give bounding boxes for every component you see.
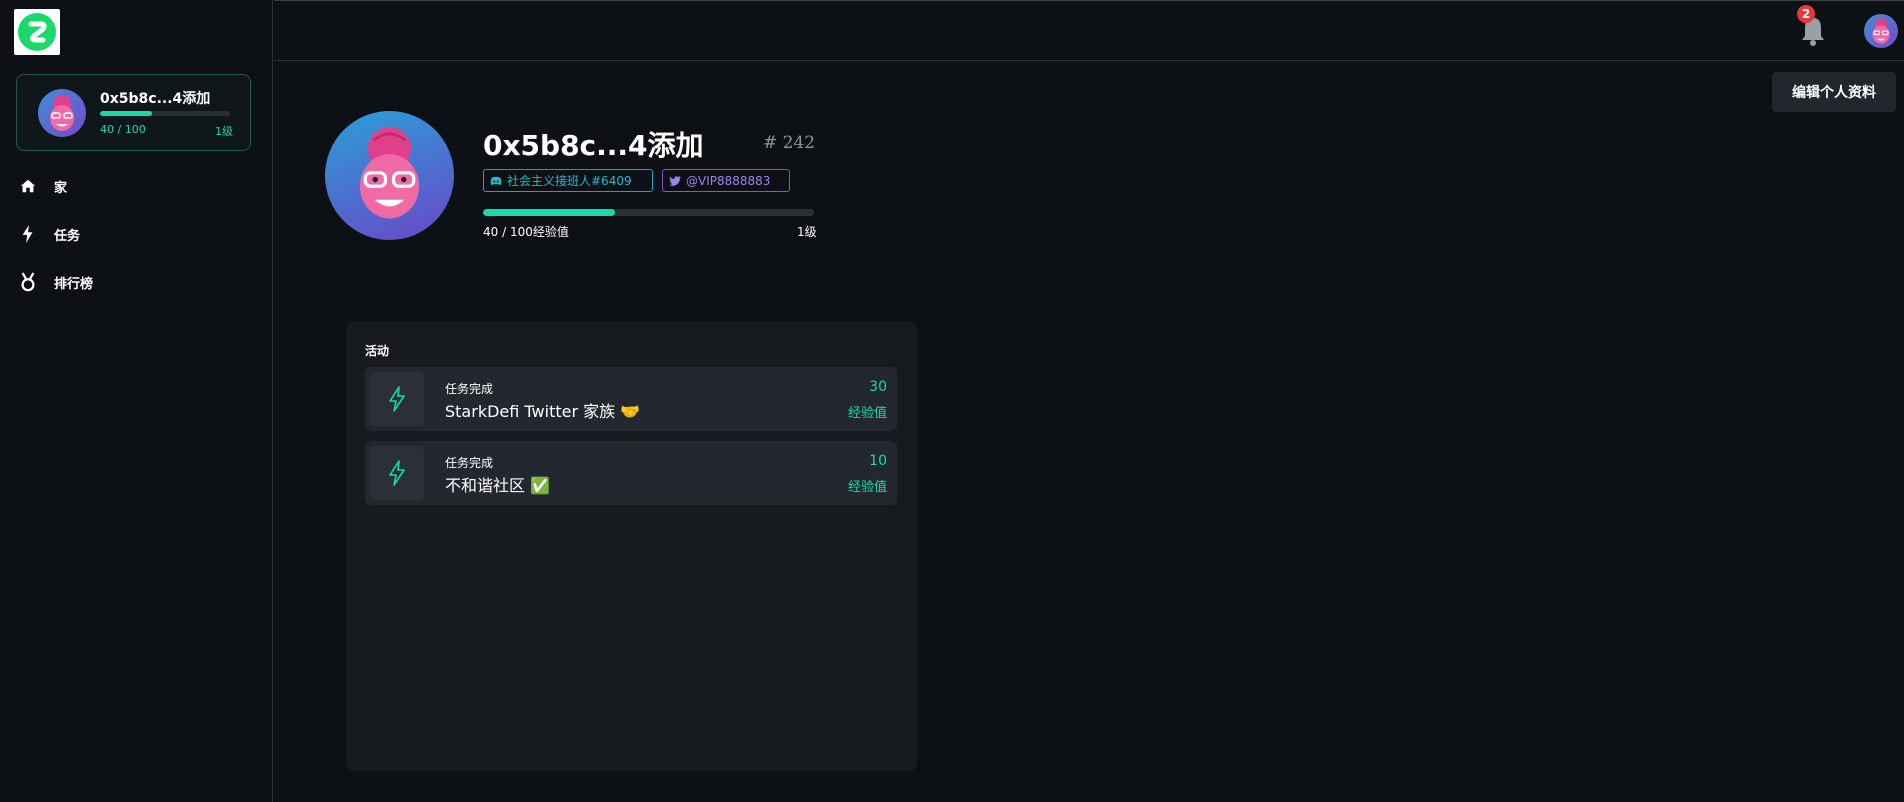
profile-rank: # 242 xyxy=(763,133,816,153)
profile-xp-bar-fill xyxy=(483,209,616,216)
twitter-handle: @VIP8888883 xyxy=(686,173,771,188)
activity-kind: 任务完成 xyxy=(445,382,494,396)
twitter-icon xyxy=(669,175,681,186)
sidebar-level-text: 1级 xyxy=(215,125,233,138)
profile-avatar xyxy=(325,111,454,240)
sidebar-xp-text: 40 / 100 xyxy=(100,123,146,136)
profile-name: 0x5b8c...4添加 xyxy=(483,129,704,162)
activity-item[interactable]: 任务完成 StarkDefi Twitter 家族 🤝 30 经验值 xyxy=(365,367,897,431)
logo-icon xyxy=(18,13,56,51)
activity-name: StarkDefi Twitter 家族 🤝 xyxy=(445,402,641,421)
medal-icon xyxy=(18,272,38,292)
topbar: 2 xyxy=(274,0,1904,61)
activity-points-unit: 经验值 xyxy=(847,480,887,495)
activity-name: 不和谐社区 ✅ xyxy=(445,476,551,495)
sidebar-xp-bar xyxy=(100,111,230,116)
edit-profile-button[interactable]: 编辑个人资料 xyxy=(1772,72,1896,112)
sidebar-item-leaderboard[interactable]: 排行榜 xyxy=(18,270,93,294)
logo[interactable] xyxy=(14,9,60,55)
sidebar: 0x5b8c...4添加 40 / 100 1级 家 任务 排行榜 xyxy=(0,0,273,802)
bolt-icon xyxy=(18,224,38,244)
sidebar-user-card[interactable]: 0x5b8c...4添加 40 / 100 1级 xyxy=(16,74,251,151)
activity-title: 活动 xyxy=(365,344,390,358)
avatar xyxy=(38,89,86,137)
activity-item[interactable]: 任务完成 不和谐社区 ✅ 10 经验值 xyxy=(365,441,897,505)
activity-points: 30 xyxy=(869,379,887,395)
discord-icon xyxy=(490,176,502,185)
twitter-tag[interactable]: @VIP8888883 xyxy=(662,169,790,192)
app: 0x5b8c...4添加 40 / 100 1级 家 任务 排行榜 2 编辑个人… xyxy=(0,0,1904,802)
sidebar-item-label: 任务 xyxy=(54,228,81,244)
discord-tag[interactable]: 社会主义接班人#6409 xyxy=(483,169,653,192)
notification-badge: 2 xyxy=(1797,5,1815,23)
home-icon xyxy=(18,176,38,196)
sidebar-item-label: 家 xyxy=(54,180,68,196)
sidebar-xp-bar-fill xyxy=(100,111,152,116)
profile-xp-bar xyxy=(483,209,814,216)
activity-panel: 活动 任务完成 StarkDefi Twitter 家族 🤝 30 经验值 任务… xyxy=(346,321,917,771)
sidebar-item-tasks[interactable]: 任务 xyxy=(18,222,80,246)
activity-points: 10 xyxy=(869,453,887,469)
profile-level-text: 1级 xyxy=(797,225,817,239)
bolt-icon xyxy=(370,446,424,500)
bolt-icon xyxy=(370,372,424,426)
sidebar-item-label: 排行榜 xyxy=(54,276,94,292)
activity-kind: 任务完成 xyxy=(445,456,494,470)
profile-xp-text: 40 / 100经验值 xyxy=(483,225,569,239)
sidebar-item-home[interactable]: 家 xyxy=(18,174,67,198)
discord-handle: 社会主义接班人#6409 xyxy=(507,174,632,188)
sidebar-user-name: 0x5b8c...4添加 xyxy=(100,91,211,107)
activity-points-unit: 经验值 xyxy=(847,406,887,421)
avatar[interactable] xyxy=(1864,14,1898,48)
